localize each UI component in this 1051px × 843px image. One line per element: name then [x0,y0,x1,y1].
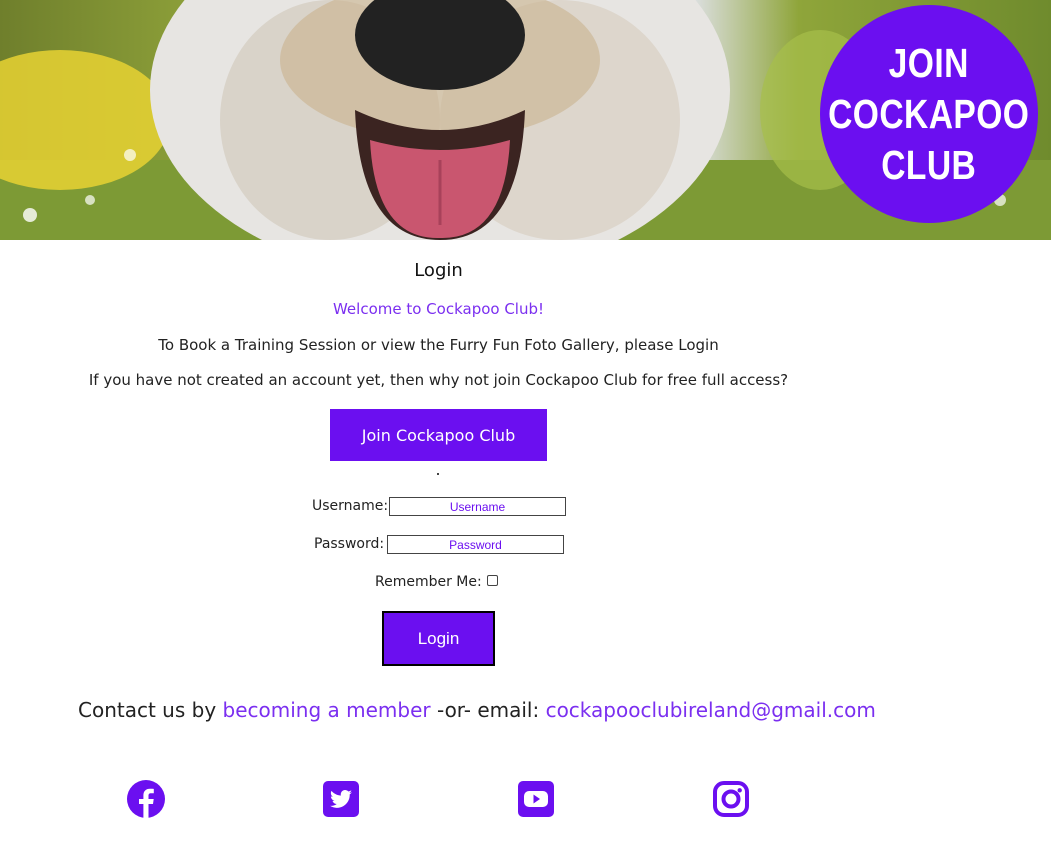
instagram-icon[interactable] [712,780,750,818]
separator-dot [437,473,439,475]
contact-prefix: Contact us by [78,698,223,722]
twitter-icon[interactable] [322,780,360,818]
badge-line-cockapoo: COCKAPOO [828,90,1030,137]
hero-banner: JOIN COCKAPOO CLUB [0,0,1051,240]
join-club-badge[interactable]: JOIN COCKAPOO CLUB [820,5,1038,223]
login-instruction: To Book a Training Session or view the F… [158,336,719,354]
login-button[interactable]: Login [382,611,495,666]
youtube-icon[interactable] [517,780,555,818]
badge-line-join: JOIN [888,39,970,86]
join-club-button[interactable]: Join Cockapoo Club [330,409,547,461]
contact-middle: -or- email: [430,698,546,722]
badge-line-club: CLUB [881,141,977,188]
remember-me-checkbox[interactable] [487,575,498,586]
login-heading: Login [414,260,463,281]
password-label: Password: [314,536,385,552]
password-input[interactable] [387,535,564,554]
username-input[interactable] [389,497,566,516]
welcome-message: Welcome to Cockapoo Club! [332,300,545,318]
join-prompt: If you have not created an account yet, … [88,371,789,389]
remember-me-label: Remember Me: [375,574,482,590]
email-link[interactable]: cockapooclubireland@gmail.com [546,698,876,722]
facebook-icon[interactable] [127,780,165,818]
contact-line: Contact us by becoming a member -or- ema… [78,698,876,722]
become-member-link[interactable]: becoming a member [223,698,431,722]
username-label: Username: [312,498,389,514]
